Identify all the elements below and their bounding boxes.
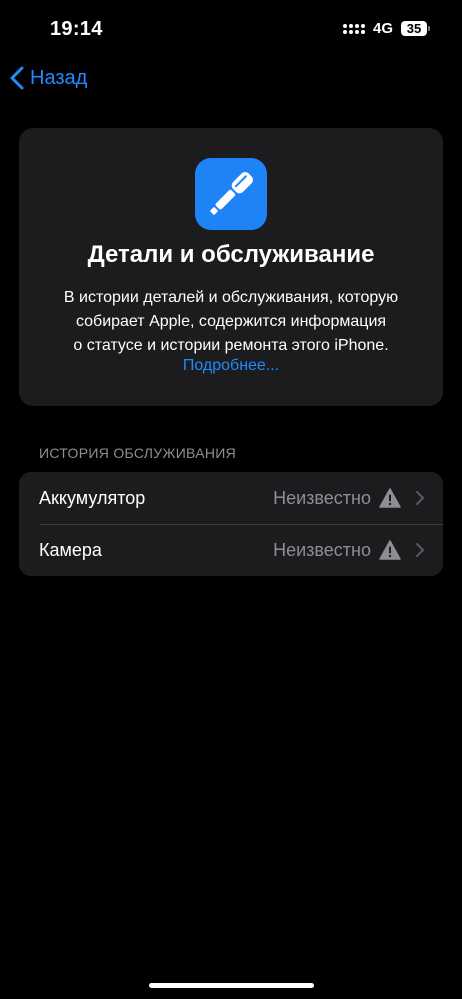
status-indicators: 4G 35 xyxy=(342,20,430,37)
network-type: 4G xyxy=(372,20,393,37)
status-bar: 19:14 4G 35 xyxy=(0,0,462,60)
back-button-label: Назад xyxy=(30,66,88,89)
card-description-line: о статусе и истории ремонта этого iPhone… xyxy=(73,337,389,354)
row-label: Аккумулятор xyxy=(39,487,146,508)
chevron-right-icon xyxy=(416,543,424,557)
warning-icon xyxy=(379,488,401,508)
service-history-header: ИСТОРИЯ ОБСЛУЖИВАНИЯ xyxy=(39,445,237,461)
status-time: 19:14 xyxy=(50,18,103,40)
chevron-right-icon xyxy=(416,491,424,505)
row-status: Неизвестно xyxy=(273,539,371,560)
row-label: Камера xyxy=(39,539,102,560)
service-history-list: Аккумулятор Неизвестно Камера Неизвестно xyxy=(19,472,443,576)
parts-service-card: Детали и обслуживание В истории деталей … xyxy=(19,128,443,406)
learn-more-link[interactable]: Подробнее... xyxy=(19,357,443,375)
battery-level: 35 xyxy=(401,21,427,36)
cellular-signal-icon xyxy=(342,23,365,34)
card-description: В истории деталей и обслуживания, котору… xyxy=(33,286,429,358)
chevron-left-icon xyxy=(10,66,24,90)
service-row-battery[interactable]: Аккумулятор Неизвестно xyxy=(19,472,443,524)
card-title: Детали и обслуживание xyxy=(87,241,375,268)
row-status: Неизвестно xyxy=(273,487,371,508)
screwdriver-icon xyxy=(195,158,267,230)
home-indicator[interactable] xyxy=(149,983,314,988)
card-description-line: В истории деталей и обслуживания, котору… xyxy=(63,289,399,306)
warning-icon xyxy=(379,540,401,560)
service-row-camera[interactable]: Камера Неизвестно xyxy=(19,524,443,576)
battery-icon: 35 xyxy=(401,21,430,36)
back-button[interactable]: Назад xyxy=(10,66,87,90)
card-description-line: собирает Apple, содержится информация xyxy=(75,313,387,330)
